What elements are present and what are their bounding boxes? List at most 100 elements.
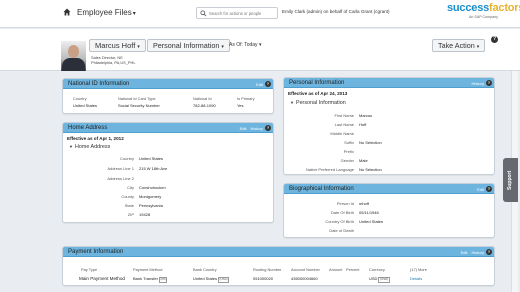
chevron-down-icon: ▾: [221, 44, 224, 50]
column-header: Pay Type: [81, 267, 98, 272]
field-label: Suffix: [344, 140, 354, 145]
employee-selector[interactable]: Marcus Hoff ▾: [89, 39, 146, 52]
as-of-selector[interactable]: As Of: Today ▾: [229, 42, 261, 48]
home-address-panel: Home Address Edit History ? Effective as …: [62, 122, 274, 223]
employee-header: Marcus Hoff ▾ Personal Information ▾ As Of…: [0, 29, 520, 71]
history-link[interactable]: History: [251, 126, 263, 131]
field-label: Person Id: [336, 201, 354, 206]
employee-info: Sales Director, NE Philadelphia, PA,US_P…: [91, 55, 135, 65]
field-value: No Selection: [359, 140, 382, 145]
field-label: Gender: [340, 158, 354, 163]
module-selector[interactable]: Employee Files▾: [77, 8, 136, 17]
personal-info-panel: Personal Information History ? Effective…: [283, 77, 495, 175]
chevron-down-icon: ▾: [132, 11, 136, 17]
biographical-panel: Biographical Information Edit ? Person I…: [283, 183, 495, 238]
column-header: Amount: [329, 267, 343, 272]
field-value: Hoff: [359, 122, 367, 127]
table-cell: Social Security Number: [118, 103, 160, 108]
field-value: 215 W 18th Ave: [139, 166, 168, 171]
panel-header: Home Address Edit History ?: [63, 123, 273, 133]
effective-date: Effective as of Apr 1, 2012: [67, 136, 124, 141]
table-cell: United States (USA): [193, 276, 230, 283]
column-header: Is Primary: [237, 96, 255, 101]
triangle-down-icon: ▼: [69, 144, 73, 149]
table-cell: 782-88-1090: [193, 103, 216, 108]
column-header: Account Number: [291, 267, 320, 272]
employee-location: Philadelphia, PA,US_PHL: [91, 60, 136, 65]
table-cell: 435000004660: [291, 276, 318, 281]
panel-header: Personal Information History ?: [284, 78, 494, 88]
table-cell: Main Payment Method: [79, 276, 125, 281]
edit-link[interactable]: Edit: [240, 126, 247, 131]
help-icon[interactable]: ?: [491, 36, 498, 43]
edit-link[interactable]: Edit: [461, 250, 468, 255]
take-action-button[interactable]: Take Action ▾: [432, 39, 486, 52]
field-label: Address Line 1: [107, 166, 134, 171]
field-value: 05/11/1946: [359, 210, 379, 215]
field-label: ZIP: [127, 212, 134, 217]
column-header: National Id Card Type: [118, 96, 156, 101]
panel-title: Payment Information: [68, 248, 124, 255]
triangle-down-icon: ▼: [290, 100, 294, 105]
panel-header: Biographical Information Edit ?: [284, 184, 494, 194]
field-label: Country: [119, 156, 134, 161]
field-value: United States: [359, 219, 384, 224]
panel-header: Payment Information Edit History ?: [63, 247, 494, 257]
column-header: Currency: [369, 267, 385, 272]
column-header: Routing Number: [253, 267, 282, 272]
top-bar: Employee Files▾ Search for actions or pe…: [0, 0, 520, 28]
help-icon[interactable]: ?: [265, 125, 271, 131]
home-icon[interactable]: [63, 8, 71, 16]
payment-panel: Payment Information Edit History ? Pay Ty…: [62, 246, 495, 286]
support-tab[interactable]: Support: [503, 158, 518, 202]
field-label: Last Name: [334, 122, 354, 127]
details-link[interactable]: Details: [410, 276, 422, 281]
field-value: No Selection: [359, 167, 382, 172]
column-header: Payment Method: [133, 267, 163, 272]
chevron-down-icon: ▾: [258, 42, 262, 48]
chevron-down-icon: ▾: [137, 44, 140, 50]
field-label: First Name: [334, 113, 354, 118]
field-value: United States: [139, 156, 164, 161]
panel-header: National ID Information Edit ?: [63, 79, 273, 89]
module-label: Employee Files: [77, 8, 132, 17]
field-label: Native Preferred Language: [305, 167, 354, 172]
history-link[interactable]: History: [472, 81, 484, 86]
field-value: Pennsylvania: [139, 203, 163, 208]
user-menu[interactable]: Emily Clark (admin) on behalf of Carla G…: [282, 9, 389, 14]
help-icon[interactable]: ?: [486, 186, 492, 192]
field-label: County: [121, 194, 134, 199]
column-header: Percent: [346, 267, 360, 272]
section-personal-information[interactable]: ▼ Personal Information: [290, 100, 346, 106]
table-cell: Bank Transfer (05): [133, 276, 168, 283]
column-header: Bank Country: [193, 267, 217, 272]
column-header: Country: [73, 96, 87, 101]
field-value: Marcus: [359, 113, 373, 118]
brand-tagline: An SAP Company: [469, 15, 498, 19]
panel-title: Personal Information: [289, 79, 345, 86]
column-header: National Id: [193, 96, 212, 101]
panel-title: Home Address: [68, 124, 108, 131]
field-value: 19428: [139, 212, 151, 217]
search-input[interactable]: Search for actions or people: [196, 7, 278, 19]
field-label: Middle Name: [330, 131, 354, 136]
field-value: Montgomery: [139, 194, 162, 199]
history-link[interactable]: History: [472, 250, 484, 255]
edit-link[interactable]: Edit: [477, 187, 484, 192]
field-label: Country Of Birth: [325, 219, 354, 224]
field-label: Date of Death: [329, 228, 354, 233]
panel-title: Biographical Information: [289, 185, 354, 192]
brand-logo: successfactors: [447, 2, 520, 14]
edit-link[interactable]: Edit: [256, 82, 263, 87]
table-cell: United States: [73, 103, 98, 108]
view-selector[interactable]: Personal Information ▾: [147, 39, 230, 52]
search-icon: [200, 10, 207, 17]
help-icon[interactable]: ?: [265, 81, 271, 87]
chevron-down-icon: ▾: [476, 44, 480, 50]
field-label: State: [124, 203, 134, 208]
field-label: Address Line 2: [107, 176, 134, 181]
help-icon[interactable]: ?: [486, 249, 492, 255]
help-icon[interactable]: ?: [486, 80, 492, 86]
field-value: Conshohocken: [139, 185, 166, 190]
section-home-address[interactable]: ▼ Home Address: [69, 144, 110, 150]
